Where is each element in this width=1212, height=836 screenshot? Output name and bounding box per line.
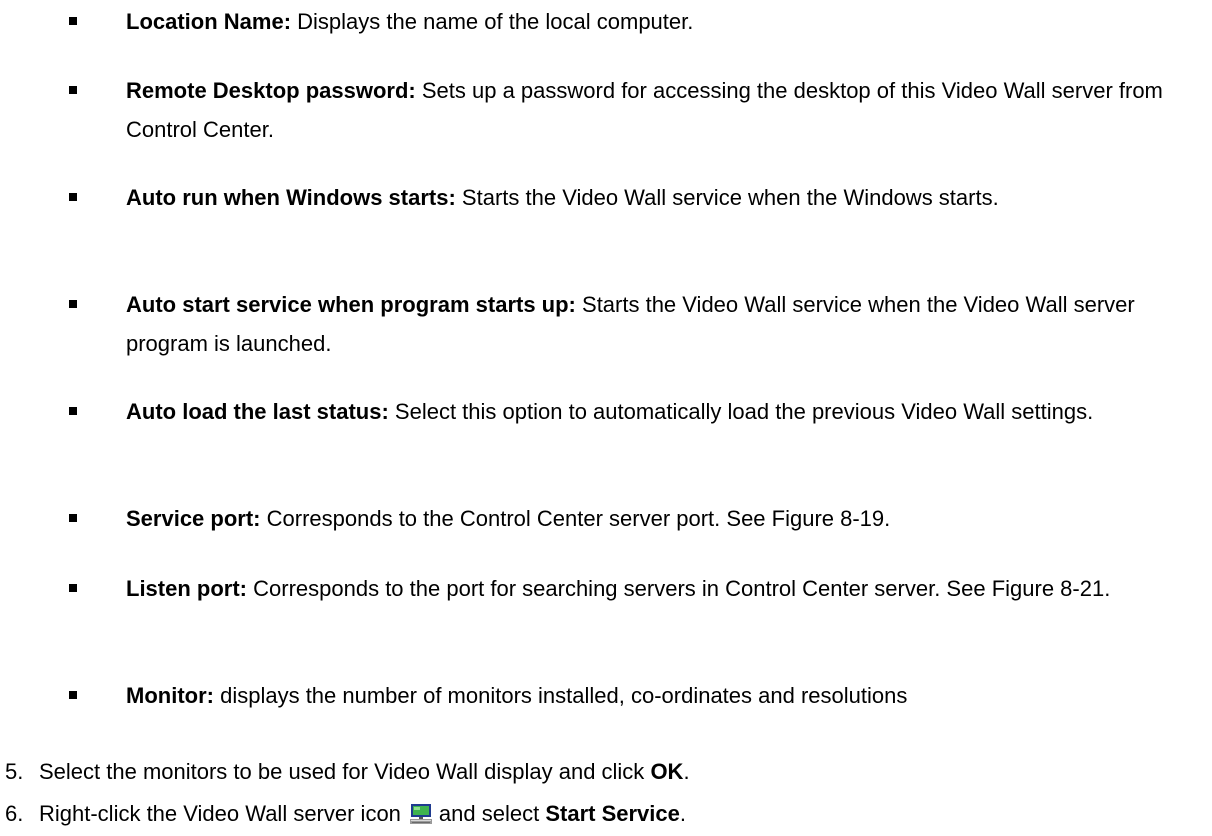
bullet-monitor: Monitor: displays the number of monitors… [69, 676, 1199, 715]
step-text-end: . [683, 759, 690, 784]
document-page: Location Name: Displays the name of the … [0, 0, 1212, 836]
bullet-auto-start-service: Auto start service when program starts u… [69, 285, 1199, 363]
bullet-term: Remote Desktop password: [126, 78, 416, 103]
step-text-end: . [679, 801, 686, 826]
bullet-desc: Displays the name of the local computer. [297, 9, 694, 34]
bullet-square-icon [69, 691, 77, 699]
step-5: 5. Select the monitors to be used for Vid… [5, 757, 1195, 787]
bullet-listen-port: Listen port: Corresponds to the port for… [69, 569, 1199, 608]
bullet-auto-run: Auto run when Windows starts: Starts the… [69, 178, 1199, 217]
step-number: 5. [5, 759, 24, 784]
bullet-desc: Starts the Video Wall service when the W… [461, 185, 999, 210]
bullet-square-icon [69, 584, 77, 592]
bullet-term: Monitor: [126, 683, 214, 708]
step-bold-text: Start Service [545, 801, 680, 826]
bullet-square-icon [69, 514, 77, 522]
bullet-auto-load-last-status: Auto load the last status: Select this o… [69, 392, 1199, 431]
bullet-desc: Corresponds to the port for searching se… [253, 576, 1111, 601]
step-text-middle: and select [438, 801, 546, 826]
bullet-desc: displays the number of monitors installe… [220, 683, 908, 708]
bullet-square-icon [69, 17, 77, 25]
monitor-server-icon [409, 803, 433, 833]
bullet-remote-desktop-password: Remote Desktop password: Sets up a passw… [69, 71, 1199, 149]
bullet-term: Auto load the last status: [126, 399, 389, 424]
step-bold-text: OK [650, 759, 684, 784]
step-text: Select the monitors to be used for Video… [39, 759, 651, 784]
bullet-desc: Select this option to automatically load… [394, 399, 1094, 424]
step-6: 6. Right-click the Video Wall server icon… [5, 799, 1195, 833]
bullet-square-icon [69, 300, 77, 308]
bullet-desc: Corresponds to the Control Center server… [266, 506, 891, 531]
bullet-square-icon [69, 86, 77, 94]
bullet-term: Auto start service when program starts u… [126, 292, 576, 317]
bullet-service-port: Service port: Corresponds to the Control… [69, 499, 1199, 538]
step-number: 6. [5, 801, 24, 826]
bullet-term: Service port: [126, 506, 261, 531]
bullet-term: Auto run when Windows starts: [126, 185, 456, 210]
bullet-term: Location Name: [126, 9, 292, 34]
bullet-square-icon [69, 407, 77, 415]
bullet-term: Listen port: [126, 576, 247, 601]
step-text: Right-click the Video Wall server icon [39, 801, 401, 826]
bullet-square-icon [69, 193, 77, 201]
bullet-location-name: Location Name: Displays the name of the … [69, 2, 1199, 41]
